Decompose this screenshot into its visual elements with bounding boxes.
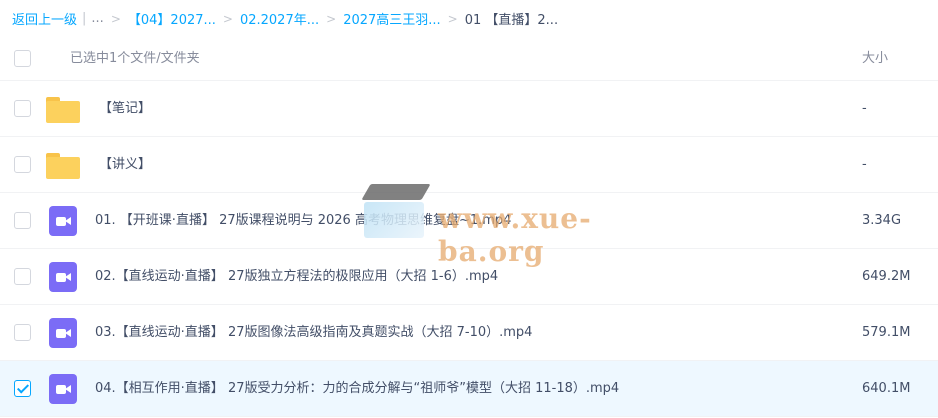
file-name[interactable]: 04.【相互作用·直播】 27版受力分析：力的合成分解与“祖师爷”模型（大招 1… [95,361,619,417]
file-name[interactable]: 03.【直线运动·直播】 27版图像法高级指南及真题实战（大招 7-10）.mp… [95,305,532,361]
file-row-selected[interactable]: 04.【相互作用·直播】 27版受力分析：力的合成分解与“祖师爷”模型（大招 1… [0,361,938,417]
file-row[interactable]: 02.【直线运动·直播】 27版独立方程法的极限应用（大招 1-6）.mp4 6… [0,249,938,305]
folder-icon [46,97,80,123]
file-size: 3.34G [862,213,902,228]
row-checkbox[interactable] [14,100,31,117]
row-checkbox[interactable] [14,268,31,285]
breadcrumb-item[interactable]: 【04】2027... [128,9,216,28]
breadcrumb-ellipsis[interactable]: ... [91,11,103,26]
file-size: - [862,157,867,172]
file-name[interactable]: 01. 【开班课·直播】 27版课程说明与 2026 高考物理思维复盘~1.mp… [95,193,511,249]
selection-count-text: 已选中1个文件/文件夹 [70,51,200,66]
back-link[interactable]: 返回上一级 [12,9,77,28]
file-row[interactable]: 03.【直线运动·直播】 27版图像法高级指南及真题实战（大招 7-10）.mp… [0,305,938,361]
chevron-right-icon: > [447,11,458,26]
select-all-checkbox[interactable] [14,50,31,67]
row-checkbox-checked[interactable] [14,380,31,397]
file-name[interactable]: 【笔记】 [99,81,151,137]
video-file-icon [49,262,77,292]
file-row[interactable]: 01. 【开班课·直播】 27版课程说明与 2026 高考物理思维复盘~1.mp… [0,193,938,249]
file-size: 649.2M [862,269,911,284]
folder-icon [46,153,80,179]
file-size: 579.1M [862,325,911,340]
breadcrumb-item[interactable]: 2027高三王羽... [343,9,440,28]
chevron-right-icon: > [326,11,337,26]
row-checkbox[interactable] [14,212,31,229]
breadcrumb-divider: | [82,11,87,26]
file-name[interactable]: 【讲义】 [99,137,151,193]
size-column-header[interactable]: 大小 [862,37,888,81]
file-list-header: 已选中1个文件/文件夹 大小 [0,37,938,81]
row-checkbox[interactable] [14,156,31,173]
video-file-icon [49,374,77,404]
video-file-icon [49,318,77,348]
chevron-right-icon: > [110,11,121,26]
breadcrumb-item[interactable]: 02.2027年... [240,9,319,28]
file-size: 640.1M [862,381,911,396]
file-name[interactable]: 02.【直线运动·直播】 27版独立方程法的极限应用（大招 1-6）.mp4 [95,249,498,305]
breadcrumb: 返回上一级 | ... > 【04】2027... > 02.2027年... … [0,0,938,37]
breadcrumb-current: 01 【直播】2... [464,13,559,28]
chevron-right-icon: > [222,11,233,26]
video-file-icon [49,206,77,236]
file-row[interactable]: 【笔记】 - [0,81,938,137]
file-size: - [862,101,867,116]
row-checkbox[interactable] [14,324,31,341]
file-row[interactable]: 【讲义】 - [0,137,938,193]
